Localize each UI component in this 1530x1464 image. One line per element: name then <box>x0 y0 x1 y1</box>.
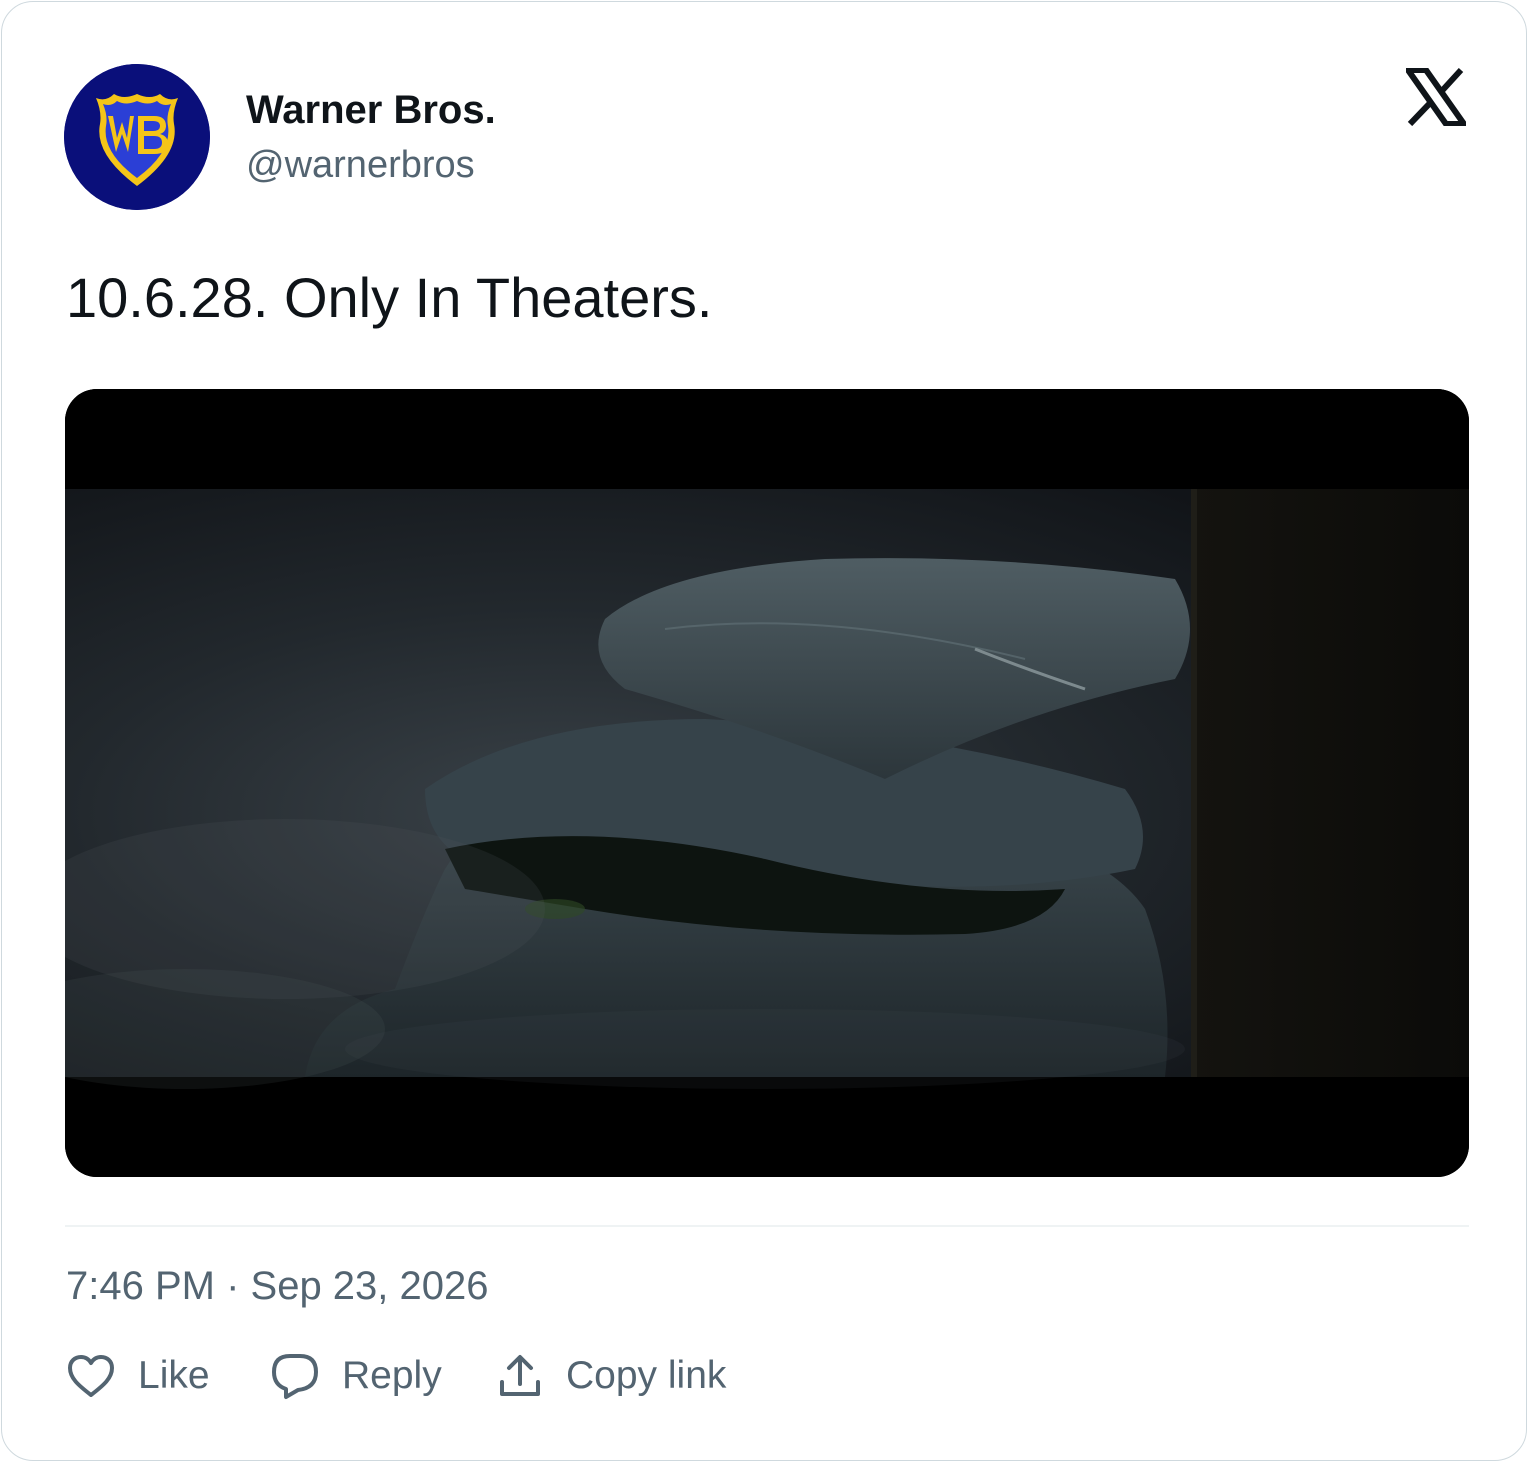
heart-icon <box>68 1355 114 1397</box>
like-button[interactable]: Like <box>66 1348 210 1404</box>
tweet-card: Warner Bros. @warnerbros 10.6.28. Only I… <box>1 1 1527 1461</box>
share-upload-icon <box>500 1355 540 1396</box>
user-handle[interactable]: @warnerbros <box>246 142 475 188</box>
divider <box>65 1225 1469 1227</box>
display-name[interactable]: Warner Bros. <box>246 86 496 134</box>
reply-bubble-icon <box>272 1354 318 1399</box>
warner-bros-shield-icon <box>64 64 210 210</box>
avatar[interactable] <box>64 64 210 210</box>
x-logo-icon[interactable] <box>1406 68 1466 126</box>
tweet-text: 10.6.28. Only In Theaters. <box>66 266 713 329</box>
copy-link-label: Copy link <box>566 1354 727 1397</box>
tweet-media-video-still[interactable] <box>65 389 1469 1177</box>
tweet-timestamp[interactable]: 7:46 PM · Sep 23, 2026 <box>66 1262 489 1310</box>
copy-link-button[interactable]: Copy link <box>496 1348 726 1404</box>
reply-label: Reply <box>342 1354 442 1397</box>
reply-button[interactable]: Reply <box>270 1348 442 1404</box>
like-label: Like <box>138 1354 210 1397</box>
